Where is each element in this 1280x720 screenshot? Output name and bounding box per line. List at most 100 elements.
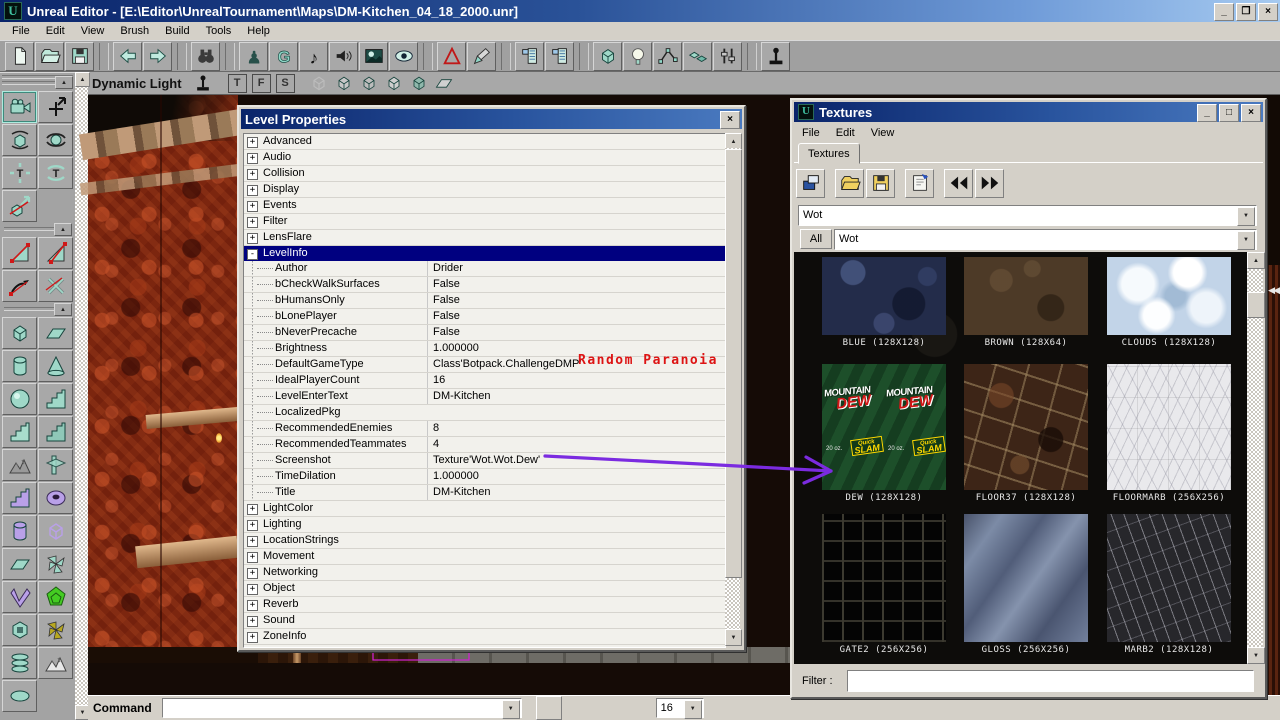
category-row-collision[interactable]: +Collision — [244, 166, 725, 182]
property-value[interactable]: 8 — [427, 421, 725, 436]
property-value[interactable]: Texture'Wot.Wot.Dew' — [427, 453, 725, 468]
add-volume-button[interactable] — [593, 42, 622, 71]
property-row-recommendedenemies[interactable]: RecommendedEnemies8 — [244, 421, 725, 437]
expand-icon[interactable]: + — [247, 233, 258, 244]
stair-brush-tool[interactable] — [38, 383, 73, 415]
delete-polygon-tool[interactable] — [38, 270, 73, 302]
property-row-bcheckwalksurfaces[interactable]: bCheckWalkSurfacesFalse — [244, 277, 725, 293]
texture-tile-dew[interactable]: MOUNTAINDEWQuickSLAM20 oz.MOUNTAINDEWQui… — [822, 364, 946, 490]
mountain-brush-tool[interactable] — [38, 647, 73, 679]
shape-edit-b-tool[interactable] — [38, 237, 73, 269]
texture-tile-blue[interactable] — [822, 257, 946, 335]
sphere-brush-tool[interactable] — [2, 383, 37, 415]
ellipse-brush-tool[interactable] — [2, 680, 37, 712]
tessellate-brush-tool[interactable] — [38, 548, 73, 580]
expand-icon[interactable]: + — [247, 600, 258, 611]
property-value[interactable]: 4 — [427, 437, 725, 452]
property-value[interactable]: False — [427, 277, 725, 292]
property-value[interactable]: DM-Kitchen — [427, 485, 725, 500]
viewmode-polys-button[interactable] — [383, 73, 405, 93]
property-row-levelentertext[interactable]: LevelEnterTextDM-Kitchen — [244, 389, 725, 405]
chevron-down-icon[interactable]: ▼ — [1237, 207, 1255, 226]
texture-browser-button[interactable] — [359, 42, 388, 71]
category-row-locationstrings[interactable]: +LocationStrings — [244, 533, 725, 549]
group-browser-button[interactable]: G — [269, 42, 298, 71]
close-button[interactable]: × — [1241, 104, 1261, 122]
pinwheel-brush-tool[interactable] — [38, 614, 73, 646]
close-button[interactable]: × — [1258, 3, 1278, 21]
texture-pan-tool[interactable]: T — [2, 157, 37, 189]
menu-help[interactable]: Help — [239, 23, 278, 39]
property-row-timedilation[interactable]: TimeDilation1.000000 — [244, 469, 725, 485]
brush-rotate-tool[interactable] — [38, 124, 73, 156]
expand-icon[interactable]: + — [247, 217, 258, 228]
category-row-advanced[interactable]: +Advanced — [244, 134, 725, 150]
viewmode-zones-button[interactable] — [333, 73, 355, 93]
expand-icon[interactable]: + — [247, 616, 258, 627]
music-browser-button[interactable]: ♪ — [299, 42, 328, 71]
texture-tile-brown[interactable] — [964, 257, 1088, 335]
menu-edit[interactable]: Edit — [38, 23, 73, 39]
property-row-recommendedteammates[interactable]: RecommendedTeammates4 — [244, 437, 725, 453]
category-row-audio[interactable]: +Audio — [244, 150, 725, 166]
expand-icon[interactable]: + — [247, 153, 258, 164]
property-row-title[interactable]: TitleDM-Kitchen — [244, 485, 725, 501]
torus-brush-tool[interactable] — [38, 482, 73, 514]
restore-button[interactable]: ❐ — [1236, 3, 1256, 21]
scroll-down-icon[interactable]: ▼ — [725, 629, 742, 646]
box-stair-brush-tool[interactable] — [38, 416, 73, 448]
new-map-button[interactable] — [5, 42, 34, 71]
expand-icon[interactable]: + — [247, 504, 258, 515]
chevron-down-icon[interactable]: ▼ — [1237, 231, 1255, 250]
expand-icon[interactable]: + — [247, 632, 258, 643]
property-value[interactable]: 16 — [427, 373, 725, 388]
cube-brush-tool[interactable] — [2, 317, 37, 349]
2d-shape-editor-button[interactable] — [437, 42, 466, 71]
viewmode-wireframe-button[interactable] — [308, 73, 330, 93]
category-row-lighting[interactable]: +Lighting — [244, 517, 725, 533]
intersect-sheets-brush-tool[interactable] — [38, 449, 73, 481]
minimize-button[interactable]: _ — [1214, 3, 1234, 21]
save-map-button[interactable] — [65, 42, 94, 71]
viewmode-textured-button[interactable] — [408, 73, 430, 93]
expand-icon[interactable]: + — [247, 552, 258, 563]
scroll-up-icon[interactable]: ▲ — [75, 72, 90, 87]
undo-button[interactable] — [113, 42, 142, 71]
toggle-f-button[interactable]: F — [252, 74, 271, 93]
category-row-filter[interactable]: +Filter — [244, 214, 725, 230]
cylinder-brush-tool[interactable] — [2, 350, 37, 382]
prev-group-button[interactable] — [944, 169, 973, 198]
viewmode-sheet-button[interactable] — [433, 73, 455, 93]
viewmode-overhead-button[interactable] — [358, 73, 380, 93]
property-row-screenshot[interactable]: ScreenshotTexture'Wot.Wot.Dew' — [244, 453, 725, 469]
rotation-grid-button[interactable] — [726, 697, 750, 719]
property-row-localizedpkg[interactable]: LocalizedPkg — [244, 405, 725, 421]
texture-properties-button[interactable] — [905, 169, 934, 198]
property-scrollbar[interactable]: ▲ ▼ — [725, 133, 740, 646]
category-row-levelinfo[interactable]: -LevelInfo — [244, 246, 725, 261]
cone-brush-tool[interactable] — [38, 350, 73, 382]
shape-edit-a-tool[interactable] — [2, 237, 37, 269]
texture-tile-marb2[interactable] — [1107, 514, 1231, 642]
texture-rotate-tool[interactable]: T — [38, 157, 73, 189]
property-value[interactable]: DM-Kitchen — [427, 389, 725, 404]
code-browser-button[interactable] — [515, 42, 544, 71]
textures-menu-edit[interactable]: Edit — [828, 125, 863, 141]
volume-cube-brush-tool[interactable] — [38, 515, 73, 547]
mesh-editor-button[interactable] — [467, 42, 496, 71]
actor-class-browser-button[interactable]: ♟ — [239, 42, 268, 71]
property-row-bloneplayer[interactable]: bLonePlayerFalse — [244, 309, 725, 325]
close-icon[interactable]: × — [720, 111, 740, 129]
tab-textures[interactable]: Textures — [798, 143, 860, 164]
expand-icon[interactable]: + — [247, 169, 258, 180]
mesh-viewer-button[interactable] — [389, 42, 418, 71]
category-row-movement[interactable]: +Movement — [244, 549, 725, 565]
brush-scale-tool[interactable] — [2, 124, 37, 156]
search-actors-button[interactable] — [191, 42, 220, 71]
actor-move-tool[interactable] — [38, 91, 73, 123]
expand-icon[interactable]: + — [247, 185, 258, 196]
hollow-cube-brush-tool[interactable] — [2, 614, 37, 646]
add-light-button[interactable] — [623, 42, 652, 71]
camera-move-tool[interactable] — [2, 91, 37, 123]
redo-button[interactable] — [143, 42, 172, 71]
